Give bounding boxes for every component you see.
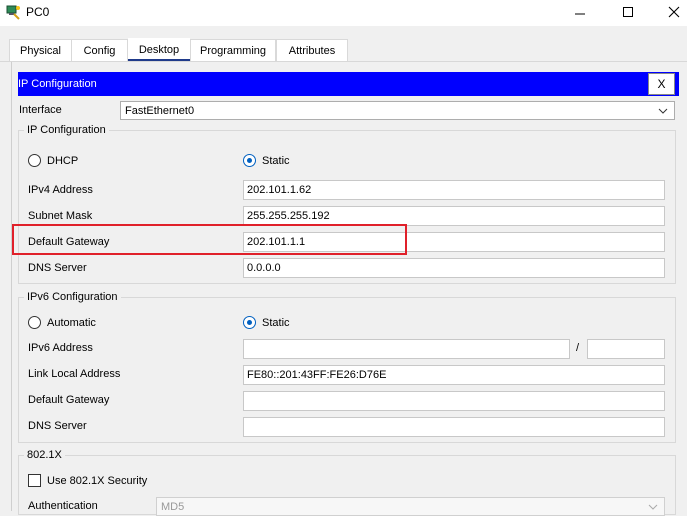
minimize-button[interactable] — [557, 0, 603, 24]
tab-label: Attributes — [288, 44, 336, 57]
ipv6-static-radio[interactable] — [243, 316, 256, 329]
authentication-label: Authentication — [28, 500, 98, 512]
ipv6-default-gateway-field[interactable] — [243, 391, 665, 411]
tab-label: Config — [83, 44, 116, 57]
ipv4-address-field[interactable]: 202.101.1.62 — [243, 180, 665, 200]
ip-config-title: IP Configuration — [18, 78, 97, 90]
subnet-mask-field[interactable]: 255.255.255.192 — [243, 206, 665, 226]
ipv4-group-legend: IP Configuration — [24, 124, 109, 136]
use-8021x-label: Use 802.1X Security — [47, 475, 148, 487]
link-local-label: Link Local Address — [28, 368, 121, 380]
link-local-field[interactable]: FE80::201:43FF:FE26:D76E — [243, 365, 665, 385]
ipv6-dns-server-field[interactable] — [243, 417, 665, 437]
ipv4-address-label: IPv4 Address — [28, 184, 93, 196]
window-title: PC0 — [26, 5, 50, 19]
maximize-button[interactable] — [605, 0, 651, 24]
tab-label: Programming — [199, 44, 267, 57]
dns-server-label: DNS Server — [28, 262, 87, 274]
use-8021x-checkbox[interactable] — [28, 474, 41, 487]
dns-server-field[interactable]: 0.0.0.0 — [243, 258, 665, 278]
minimize-icon — [575, 13, 585, 15]
chevron-down-icon — [658, 108, 668, 114]
authentication-select[interactable]: MD5 — [156, 497, 665, 516]
dhcp-label: DHCP — [47, 155, 79, 167]
subnet-mask-label: Subnet Mask — [28, 210, 93, 222]
ip-config-close-button[interactable]: X — [648, 73, 675, 95]
maximize-icon — [623, 7, 633, 17]
ipv6-prefix-field[interactable] — [587, 339, 665, 359]
tab-physical[interactable]: Physical — [9, 39, 72, 61]
tab-programming[interactable]: Programming — [190, 39, 276, 61]
tab-label: Desktop — [138, 43, 180, 56]
ipv6-address-label: IPv6 Address — [28, 342, 93, 354]
packet-tracer-pc-icon — [5, 4, 21, 20]
close-icon — [668, 6, 680, 18]
prefix-separator: / — [576, 342, 580, 354]
ipv6-group-legend: IPv6 Configuration — [24, 291, 121, 303]
static-label: Static — [262, 155, 290, 167]
interface-value: FastEthernet0 — [125, 104, 195, 117]
tab-attributes[interactable]: Attributes — [276, 39, 348, 61]
static-radio[interactable] — [243, 154, 256, 167]
interface-label: Interface — [19, 104, 62, 116]
dot1x-group-legend: 802.1X — [24, 449, 65, 461]
ipv6-dns-server-label: DNS Server — [28, 420, 87, 432]
chevron-down-icon — [648, 504, 658, 510]
automatic-label: Automatic — [47, 317, 96, 329]
tab-desktop[interactable]: Desktop — [128, 38, 190, 61]
ipv6-default-gateway-label: Default Gateway — [28, 394, 110, 406]
automatic-radio[interactable] — [28, 316, 41, 329]
dhcp-radio[interactable] — [28, 154, 41, 167]
ipv6-static-label: Static — [262, 317, 290, 329]
close-window-button[interactable] — [651, 0, 687, 24]
ip-config-header — [18, 72, 679, 96]
interface-select[interactable]: FastEthernet0 — [120, 101, 675, 120]
tab-config[interactable]: Config — [71, 39, 128, 61]
tab-label: Physical — [20, 44, 61, 57]
highlight-box — [12, 224, 407, 255]
ipv6-address-field[interactable] — [243, 339, 570, 359]
